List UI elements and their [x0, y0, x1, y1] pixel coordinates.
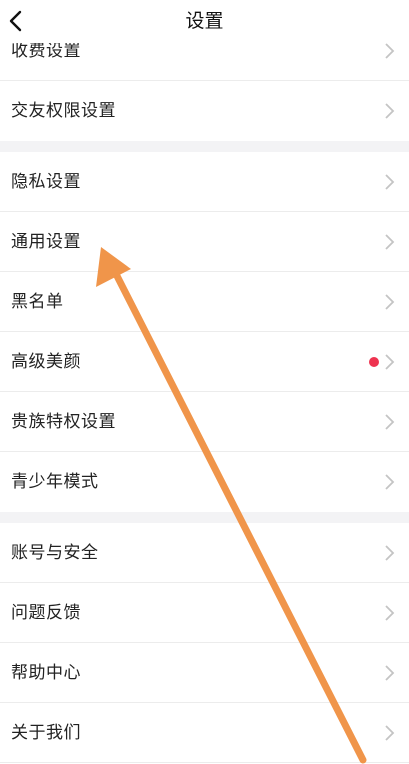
- group-divider: [0, 512, 409, 523]
- settings-item-account-security[interactable]: 账号与安全: [0, 523, 409, 583]
- settings-item-label: 问题反馈: [11, 603, 81, 623]
- chevron-right-icon: [385, 725, 395, 741]
- chevron-right-icon: [385, 234, 395, 250]
- settings-item-label: 青少年模式: [11, 472, 99, 492]
- chevron-right-icon: [385, 43, 395, 59]
- chevron-right-icon: [385, 294, 395, 310]
- chevron-right-icon: [385, 474, 395, 490]
- settings-item-label: 交友权限设置: [11, 101, 116, 121]
- settings-item-label: 贵族特权设置: [11, 412, 116, 432]
- nav-header: 设置: [0, 0, 409, 43]
- chevron-right-icon: [385, 545, 395, 561]
- settings-item-general[interactable]: 通用设置: [0, 212, 409, 272]
- chevron-right-icon: [385, 665, 395, 681]
- page-title: 设置: [185, 10, 224, 32]
- settings-item-label: 关于我们: [11, 723, 81, 743]
- group-divider: [0, 141, 409, 152]
- settings-item-blacklist[interactable]: 黑名单: [0, 272, 409, 332]
- chevron-right-icon: [385, 605, 395, 621]
- settings-item-label: 高级美颜: [11, 352, 81, 372]
- settings-item-about-us[interactable]: 关于我们: [0, 703, 409, 763]
- settings-screen: 收费设置 交友权限设置 隐私设置 通用设置 黑名单 高级美颜 贵族特权设置 青少…: [0, 0, 409, 764]
- chevron-right-icon: [385, 103, 395, 119]
- settings-item-feedback[interactable]: 问题反馈: [0, 583, 409, 643]
- settings-list: 收费设置 交友权限设置 隐私设置 通用设置 黑名单 高级美颜 贵族特权设置 青少…: [0, 21, 409, 763]
- settings-item-label: 帮助中心: [11, 663, 81, 683]
- settings-item-label: 隐私设置: [11, 172, 81, 192]
- settings-item-friend-permission[interactable]: 交友权限设置: [0, 81, 409, 141]
- settings-item-label: 通用设置: [11, 232, 81, 252]
- settings-item-privacy[interactable]: 隐私设置: [0, 152, 409, 212]
- red-dot-badge: [369, 357, 379, 367]
- settings-item-noble-privilege[interactable]: 贵族特权设置: [0, 392, 409, 452]
- settings-item-teen-mode[interactable]: 青少年模式: [0, 452, 409, 512]
- chevron-right-icon: [385, 354, 395, 370]
- settings-item-beauty[interactable]: 高级美颜: [0, 332, 409, 392]
- settings-item-label: 黑名单: [11, 292, 64, 312]
- chevron-right-icon: [385, 174, 395, 190]
- settings-item-help-center[interactable]: 帮助中心: [0, 643, 409, 703]
- settings-item-label: 账号与安全: [11, 543, 99, 563]
- chevron-right-icon: [385, 414, 395, 430]
